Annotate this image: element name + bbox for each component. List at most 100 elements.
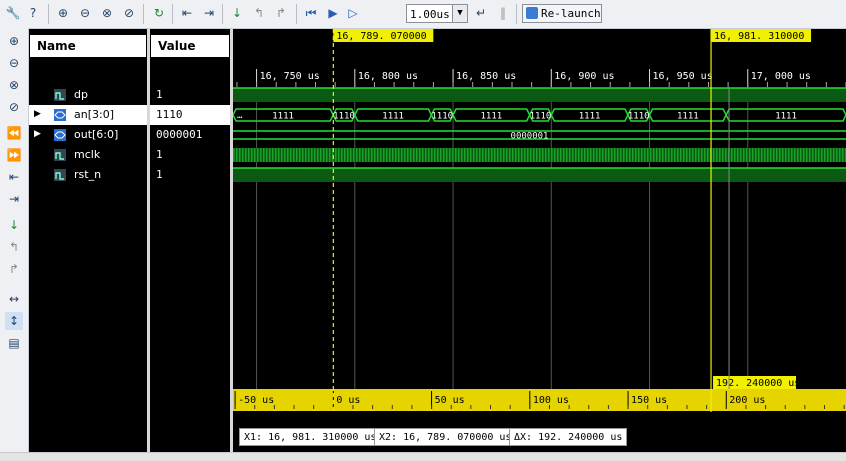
go-to-time-zero-icon[interactable]: ⏪ — [5, 124, 23, 142]
run-time-combo[interactable]: 1.00us ▼ — [406, 4, 468, 23]
restart-icon[interactable]: ⏮ — [302, 4, 320, 22]
settings-wrench-icon[interactable]: 🔧 — [4, 4, 22, 22]
signal-row-an[interactable]: ▶ an[3:0] — [29, 105, 147, 125]
previous-marker-icon[interactable]: ↰ — [250, 4, 268, 22]
previous-marker-icon[interactable]: ↰ — [5, 238, 23, 256]
run-all-icon[interactable]: ▶ — [324, 4, 342, 22]
zoom-fit-icon[interactable]: ⊗ — [5, 76, 23, 94]
an-bus-value-label: 1110 — [628, 112, 650, 122]
bit-signal-icon — [54, 89, 66, 101]
signal-name: dp — [74, 88, 88, 101]
bit-signal-icon — [54, 149, 66, 161]
bottom-ruler-label: 50 us — [435, 395, 465, 406]
table-view-icon[interactable]: ▤ — [5, 334, 23, 352]
run-for-time-icon[interactable]: ▷ — [344, 4, 362, 22]
relaunch-label: Re-launch — [541, 7, 601, 20]
cursor-x2-label: 16, 789. 070000 us — [336, 31, 444, 42]
relaunch-icon — [526, 7, 538, 19]
signal-name: out[6:0] — [74, 128, 119, 141]
top-ruler-label: 16, 900 us — [554, 71, 614, 82]
waveform-pane[interactable]: 16, 750 us 16, 800 us 16, 850 us 16, 900 us… — [233, 29, 846, 452]
name-column-header[interactable]: Name — [30, 35, 146, 57]
cursor-x1-label: 16, 981. 310000 us — [714, 31, 822, 42]
waveform-canvas[interactable]: 16, 750 us 16, 800 us 16, 850 us 16, 900 us… — [233, 29, 846, 452]
out-bus-value-label: 0000001 — [511, 132, 549, 142]
an-bus-value-label: 1111 — [272, 112, 294, 122]
relaunch-button[interactable]: Re-launch — [522, 4, 602, 23]
signal-row-out[interactable]: ▶ out[6:0] — [29, 125, 147, 145]
an-bus-value-label: 1111 — [579, 112, 601, 122]
bit-signal-icon — [54, 169, 66, 181]
main-toolbar: 🔧 ? ⊕ ⊖ ⊗ ⊘ ↻ ⇤ ⇥ ↓ ↰ ↱ ⏮ ▶ ▷ 1.00us ▼ ↵… — [0, 0, 846, 29]
signal-value: 1 — [156, 88, 163, 101]
an-bus-overflow-marker: … — [237, 111, 243, 121]
expand-triangle-icon[interactable]: ▶ — [34, 129, 41, 139]
bus-signal-icon — [54, 109, 66, 121]
cursor-mode-icon[interactable]: ↕ — [5, 312, 23, 330]
dp-wave-fill — [233, 88, 846, 102]
help-whats-this-icon[interactable]: ? — [24, 4, 42, 22]
top-ruler-label: 16, 850 us — [456, 71, 516, 82]
next-transition-icon[interactable]: ⇥ — [5, 190, 23, 208]
signal-name: an[3:0] — [74, 108, 114, 121]
step-icon[interactable]: ↵ — [472, 4, 490, 22]
chevron-down-icon[interactable]: ▼ — [452, 5, 467, 22]
zoom-out-icon[interactable]: ⊖ — [5, 54, 23, 72]
left-toolbar: ⊕ ⊖ ⊗ ⊘ ⏪ ⏩ ⇤ ⇥ ↓ ↰ ↱ ↔ ↕ ▤ — [0, 28, 29, 460]
add-marker-icon[interactable]: ↓ — [228, 4, 246, 22]
pause-icon[interactable]: ‖ — [494, 4, 512, 22]
signal-row-dp[interactable]: dp — [29, 85, 147, 105]
an-bus-value-label: 1110 — [333, 112, 355, 122]
expand-triangle-icon[interactable]: ▶ — [34, 109, 41, 119]
signal-value: 1110 — [150, 105, 230, 125]
an-bus-value-label: 1111 — [775, 112, 797, 122]
zoom-cursor-icon[interactable]: ⊘ — [5, 98, 23, 116]
toolbar-separator — [222, 4, 223, 24]
zoom-in-icon[interactable]: ⊕ — [54, 4, 72, 22]
zoom-cursor-icon[interactable]: ⊘ — [120, 4, 138, 22]
bottom-ruler-label: -50 us — [238, 395, 274, 406]
top-ruler-label: 17, 000 us — [751, 71, 811, 82]
rst-n-wave-fill — [233, 168, 846, 182]
signal-name: mclk — [74, 148, 101, 161]
cursor-delta-readout: ΔX: 192. 240000 us — [509, 428, 628, 446]
bottom-ruler-label: 150 us — [631, 395, 667, 406]
signal-name: rst_n — [74, 168, 102, 181]
add-marker-icon[interactable]: ↓ — [5, 216, 23, 234]
signal-value: 1 — [156, 148, 163, 161]
cursor-x1-readout: X1: 16, 981. 310000 us — [239, 428, 382, 446]
bottom-ruler-label: 100 us — [533, 395, 569, 406]
signal-value: 1 — [156, 168, 163, 181]
bottom-ruler-label: 0 us — [336, 395, 360, 406]
signal-row-mclk[interactable]: mclk — [29, 145, 147, 165]
go-to-last-time-icon[interactable]: ⏩ — [5, 146, 23, 164]
an-bus-value-label: 1110 — [431, 112, 453, 122]
bottom-ruler-label: 200 us — [729, 395, 765, 406]
signal-value: 0000001 — [156, 128, 203, 141]
an-bus-value-label: 1110 — [530, 112, 552, 122]
top-ruler-label: 16, 750 us — [260, 71, 320, 82]
mclk-wave-clock — [233, 148, 846, 162]
toolbar-separator — [48, 4, 49, 24]
previous-transition-icon[interactable]: ⇤ — [5, 168, 23, 186]
an-bus-value-label: 1111 — [677, 112, 699, 122]
value-column-header[interactable]: Value — [151, 35, 229, 57]
refresh-icon[interactable]: ↻ — [150, 4, 168, 22]
an-bus-value-label: 1111 — [481, 112, 503, 122]
zoom-out-icon[interactable]: ⊖ — [76, 4, 94, 22]
an-bus-value-label: 1111 — [382, 112, 404, 122]
top-ruler-label: 16, 800 us — [358, 71, 418, 82]
toolbar-separator — [172, 4, 173, 24]
next-marker-icon[interactable]: ↱ — [272, 4, 290, 22]
cursor-x2-readout: X2: 16, 789. 070000 us — [374, 428, 517, 446]
zoom-fit-icon[interactable]: ⊗ — [98, 4, 116, 22]
run-time-value: 1.00us — [410, 8, 450, 21]
zoom-in-icon[interactable]: ⊕ — [5, 32, 23, 50]
next-marker-icon[interactable]: ↱ — [5, 260, 23, 278]
go-to-last-time-icon[interactable]: ⇥ — [200, 4, 218, 22]
go-to-time-zero-icon[interactable]: ⇤ — [178, 4, 196, 22]
toolbar-separator — [143, 4, 144, 24]
top-ruler-label: 16, 950 us — [653, 71, 713, 82]
swap-cursors-icon[interactable]: ↔ — [5, 290, 23, 308]
signal-row-rst-n[interactable]: rst_n — [29, 165, 147, 185]
